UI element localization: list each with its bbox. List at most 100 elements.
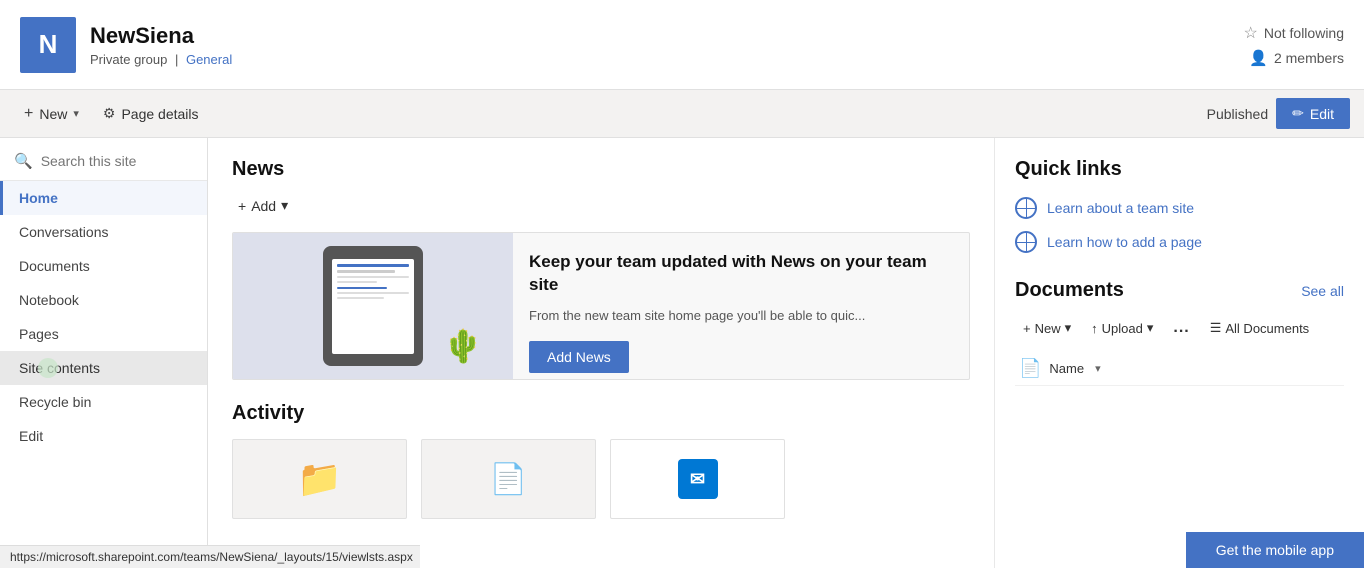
sidebar-item-home[interactable]: Home <box>0 181 207 215</box>
all-docs-label: All Documents <box>1225 321 1309 336</box>
tablet-illustration <box>323 246 423 366</box>
quick-links-title: Quick links <box>1015 158 1344 181</box>
command-bar: + New ▾ ⚙ Page details Published ✏ Edit <box>0 90 1364 138</box>
add-chevron-icon: ▾ <box>281 197 288 214</box>
copy-icon: 📄 <box>490 462 527 497</box>
header-right: ☆ Not following 👤 2 members <box>1244 23 1345 67</box>
page-details-button[interactable]: ⚙ Page details <box>93 99 209 128</box>
new-label: New <box>39 106 67 122</box>
plant-icon: 🌵 <box>443 327 483 365</box>
quick-link-2[interactable]: Learn how to add a page <box>1015 231 1344 253</box>
not-following[interactable]: ☆ Not following <box>1244 23 1345 43</box>
news-add-row: + Add ▾ <box>232 193 970 218</box>
main-layout: 🔍 Home Conversations Documents Notebook … <box>0 138 1364 568</box>
news-add-button[interactable]: + Add ▾ <box>232 193 294 218</box>
sidebar-item-home-label: Home <box>19 190 58 206</box>
docs-all-documents-button[interactable]: ☰ All Documents <box>1202 315 1317 341</box>
folder-icon: 📁 <box>297 458 342 500</box>
edit-label: Edit <box>1310 106 1334 122</box>
docs-ellipsis-button[interactable]: ... <box>1165 314 1197 342</box>
sidebar-item-notebook-label: Notebook <box>19 292 79 308</box>
sidebar-item-documents[interactable]: Documents <box>0 249 207 283</box>
docs-new-plus-icon: + <box>1023 321 1031 336</box>
sidebar-item-recycle-bin-label: Recycle bin <box>19 394 91 410</box>
list-icon: ☰ <box>1210 320 1222 336</box>
sidebar-item-pages[interactable]: Pages <box>0 317 207 351</box>
not-following-label: Not following <box>1264 25 1344 41</box>
center-column: News + Add ▾ <box>208 138 994 568</box>
sidebar-item-site-contents-label: Site contents <box>19 360 100 376</box>
news-card: 🌵 Keep your team updated with News on yo… <box>232 232 970 380</box>
edit-button[interactable]: ✏ Edit <box>1276 98 1350 129</box>
search-bar[interactable]: 🔍 <box>0 142 207 181</box>
site-name: NewSiena <box>90 23 232 49</box>
news-text-area: Keep your team updated with News on your… <box>513 233 969 379</box>
news-add-label: Add <box>251 198 276 214</box>
published-label: Published <box>1207 106 1269 122</box>
sidebar-item-site-contents[interactable]: Site contents <box>0 351 207 385</box>
outlook-letter: ✉ <box>690 469 705 490</box>
docs-upload-chevron-icon: ▾ <box>1147 320 1154 336</box>
quick-link-1-label: Learn about a team site <box>1047 200 1194 216</box>
command-bar-right: Published ✏ Edit <box>1207 98 1350 129</box>
add-plus-icon: + <box>238 198 246 214</box>
activity-card-1: 📁 <box>232 439 407 519</box>
news-image: 🌵 <box>233 233 513 379</box>
docs-new-label: New <box>1035 321 1061 336</box>
sidebar-item-conversations[interactable]: Conversations <box>0 215 207 249</box>
search-icon: 🔍 <box>14 152 33 170</box>
news-subtext: From the new team site home page you'll … <box>529 307 953 325</box>
logo-area: N NewSiena Private group | General <box>20 17 232 73</box>
documents-header: Documents See all <box>1015 279 1344 302</box>
members-label: 2 members <box>1274 50 1344 66</box>
docs-upload-label: Upload <box>1102 321 1143 336</box>
search-input[interactable] <box>41 153 193 169</box>
docs-new-button[interactable]: + New ▾ <box>1015 315 1079 341</box>
page-details-label: Page details <box>121 106 198 122</box>
docs-new-chevron-icon: ▾ <box>1065 320 1072 336</box>
quick-link-2-label: Learn how to add a page <box>1047 234 1202 250</box>
globe-icon-1 <box>1015 197 1037 219</box>
main-content: News + Add ▾ <box>208 138 1364 568</box>
star-icon: ☆ <box>1244 23 1258 43</box>
site-meta: Private group | General <box>90 52 232 67</box>
activity-title: Activity <box>232 402 970 425</box>
name-col-chevron-icon: ▾ <box>1095 362 1101 375</box>
sidebar: 🔍 Home Conversations Documents Notebook … <box>0 138 208 568</box>
sidebar-item-edit[interactable]: Edit <box>0 419 207 453</box>
docs-upload-arrow-icon: ↑ <box>1091 321 1098 336</box>
pencil-icon: ✏ <box>1292 105 1304 122</box>
right-column: Quick links Learn about a team site Lear… <box>994 138 1364 568</box>
quick-link-1[interactable]: Learn about a team site <box>1015 197 1344 219</box>
outlook-icon: ✉ <box>678 459 718 499</box>
site-logo: N <box>20 17 76 73</box>
sidebar-item-recycle-bin[interactable]: Recycle bin <box>0 385 207 419</box>
news-title: News <box>232 158 970 181</box>
documents-toolbar: + New ▾ ↑ Upload ▾ ... ☰ All Documents <box>1015 314 1344 342</box>
sidebar-item-pages-label: Pages <box>19 326 59 342</box>
status-bar: https://microsoft.sharepoint.com/teams/N… <box>0 545 420 568</box>
documents-title: Documents <box>1015 279 1124 302</box>
group-type-label: Private group <box>90 52 167 67</box>
new-button[interactable]: + New ▾ <box>14 99 89 129</box>
activity-card-2: 📄 <box>421 439 596 519</box>
site-section-label: General <box>186 52 232 67</box>
command-bar-left: + New ▾ ⚙ Page details <box>14 99 209 129</box>
docs-name-col-label: Name <box>1049 361 1084 376</box>
sidebar-item-edit-label: Edit <box>19 428 43 444</box>
add-news-button[interactable]: Add News <box>529 341 629 373</box>
new-chevron-icon: ▾ <box>73 107 79 120</box>
sidebar-item-conversations-label: Conversations <box>19 224 109 240</box>
globe-icon-2 <box>1015 231 1037 253</box>
members[interactable]: 👤 2 members <box>1249 49 1344 67</box>
top-header: N NewSiena Private group | General ☆ Not… <box>0 0 1364 90</box>
mobile-app-bar[interactable]: Get the mobile app <box>1186 532 1364 568</box>
docs-upload-button[interactable]: ↑ Upload ▾ <box>1083 315 1161 341</box>
sidebar-item-notebook[interactable]: Notebook <box>0 283 207 317</box>
see-all-button[interactable]: See all <box>1301 283 1344 299</box>
activity-card-outlook: ✉ <box>610 439 785 519</box>
news-headline: Keep your team updated with News on your… <box>529 251 953 297</box>
gear-icon: ⚙ <box>103 105 116 122</box>
activity-cards: 📁 📄 ✉ <box>232 439 970 519</box>
site-info: NewSiena Private group | General <box>90 23 232 67</box>
